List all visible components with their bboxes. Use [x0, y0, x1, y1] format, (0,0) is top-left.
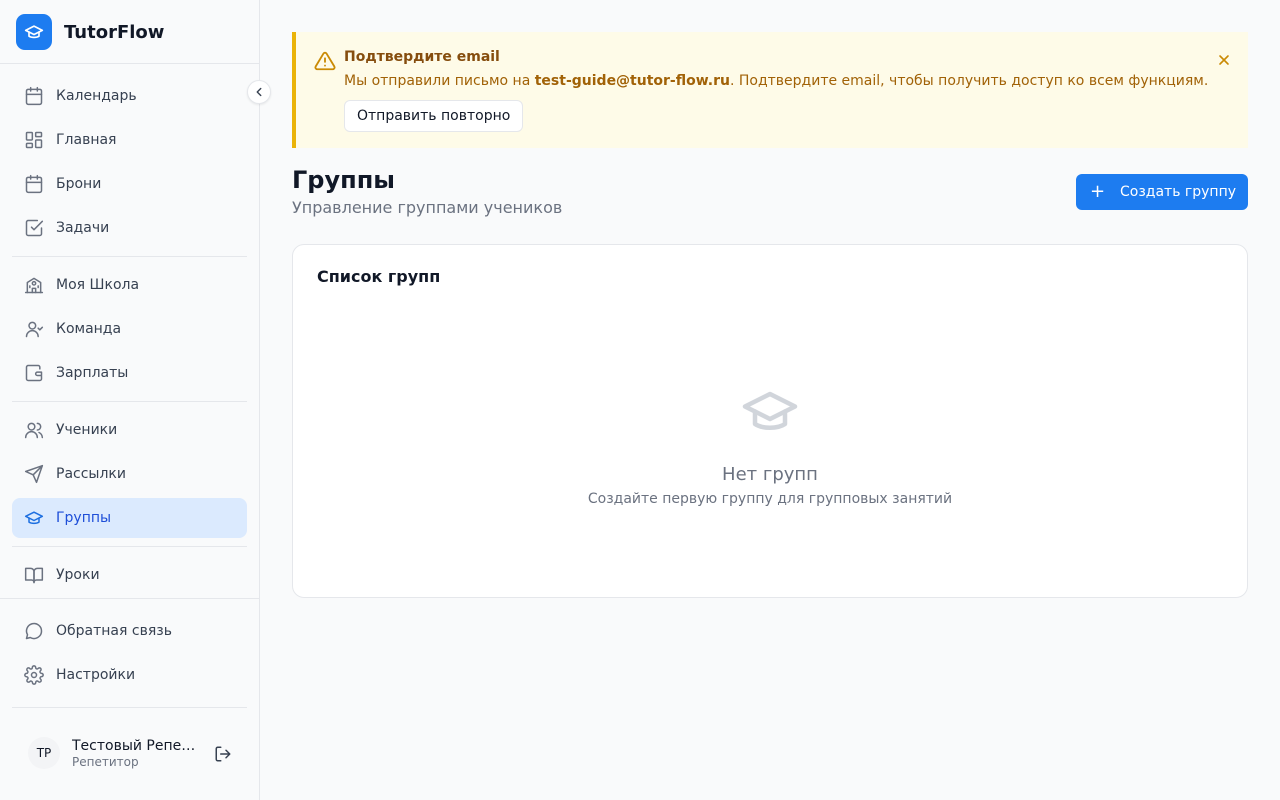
- wallet-icon: [24, 363, 44, 383]
- divider: [12, 401, 247, 402]
- calendar-icon: [24, 174, 44, 194]
- logo-graduation-cap-icon: [16, 14, 52, 50]
- divider: [12, 707, 247, 708]
- banner-text-before: Мы отправили письмо на: [344, 73, 535, 89]
- sidebar: TutorFlow Календарь Главная Брони Задачи…: [0, 0, 260, 800]
- close-icon[interactable]: [1214, 50, 1234, 70]
- calendar-icon: [24, 86, 44, 106]
- gear-icon: [24, 665, 44, 685]
- sidebar-collapse-button[interactable]: [247, 80, 271, 104]
- sidebar-item-label: Группы: [56, 510, 112, 526]
- sidebar-item-label: Команда: [56, 321, 122, 337]
- sidebar-item-label: Задачи: [56, 220, 110, 236]
- sidebar-item-students[interactable]: Ученики: [12, 410, 247, 450]
- page-title: Группы: [292, 166, 395, 194]
- graduation-cap-icon: [739, 389, 801, 443]
- avatar: ТР: [28, 737, 60, 769]
- divider: [12, 546, 247, 547]
- brand[interactable]: TutorFlow: [16, 14, 164, 50]
- sidebar-item-label: Рассылки: [56, 466, 126, 482]
- create-group-label: Создать группу: [1120, 184, 1237, 200]
- empty-state-title: Нет групп: [722, 464, 818, 485]
- sidebar-item-label: Обратная связь: [56, 623, 172, 639]
- sidebar-item-label: Главная: [56, 132, 117, 148]
- sidebar-item-team[interactable]: Команда: [12, 309, 247, 349]
- banner-message: Мы отправили письмо на test-guide@tutor-…: [344, 73, 1208, 89]
- sidebar-item-label: Календарь: [56, 88, 137, 104]
- sidebar-item-groups[interactable]: Группы: [12, 498, 247, 538]
- sidebar-item-salaries[interactable]: Зарплаты: [12, 353, 247, 393]
- sidebar-item-home[interactable]: Главная: [12, 120, 247, 160]
- user-name: Тестовый Репетитор: [72, 737, 200, 754]
- user-icon: [24, 319, 44, 339]
- book-icon: [24, 565, 44, 585]
- sidebar-item-bookings[interactable]: Брони: [12, 164, 247, 204]
- users-icon: [24, 420, 44, 440]
- sidebar-item-label: Ученики: [56, 422, 118, 438]
- banner-text-after: . Подтвердите email, чтобы получить дост…: [729, 73, 1209, 89]
- page-subtitle: Управление группами учеников: [292, 198, 563, 217]
- app-name: TutorFlow: [64, 21, 165, 43]
- sidebar-item-feedback[interactable]: Обратная связь: [12, 611, 247, 651]
- divider: [0, 63, 260, 64]
- school-icon: [24, 275, 44, 295]
- sidebar-item-my-school[interactable]: Моя Школа: [12, 265, 247, 305]
- message-icon: [24, 621, 44, 641]
- sidebar-item-tasks[interactable]: Задачи: [12, 208, 247, 248]
- sidebar-item-calendar[interactable]: Календарь: [12, 76, 247, 116]
- sidebar-item-label: Настройки: [56, 667, 136, 683]
- sidebar-item-label: Уроки: [56, 567, 100, 583]
- send-icon: [24, 464, 44, 484]
- divider: [12, 256, 247, 257]
- resend-button[interactable]: Отправить повторно: [344, 100, 524, 132]
- card-title: Список групп: [317, 267, 441, 286]
- groups-list-card: Список групп Нет групп Создайте первую г…: [292, 244, 1248, 598]
- banner-title: Подтвердите email: [344, 49, 500, 65]
- logout-icon[interactable]: [213, 744, 233, 764]
- create-group-button[interactable]: + Создать группу: [1076, 174, 1248, 210]
- banner-email: test-guide@tutor-flow.ru: [534, 73, 730, 89]
- warning-icon: [314, 50, 336, 76]
- sidebar-item-settings[interactable]: Настройки: [12, 655, 247, 695]
- sidebar-item-label: Моя Школа: [56, 277, 140, 293]
- divider: [0, 598, 260, 599]
- sidebar-item-label: Зарплаты: [56, 365, 129, 381]
- plus-icon: +: [1090, 181, 1106, 202]
- user-profile[interactable]: ТР Тестовый Репетитор Репетитор: [28, 737, 200, 769]
- user-role: Репетитор: [72, 754, 139, 769]
- checkbox-icon: [24, 218, 44, 238]
- sidebar-item-label: Брони: [56, 176, 102, 192]
- sidebar-item-mailings[interactable]: Рассылки: [12, 454, 247, 494]
- empty-state-subtitle: Создайте первую группу для групповых зан…: [587, 491, 953, 507]
- dashboard-icon: [24, 130, 44, 150]
- sidebar-item-lessons[interactable]: Уроки: [12, 555, 247, 595]
- graduation-cap-icon: [24, 508, 44, 528]
- chevron-left-icon: [256, 87, 262, 97]
- email-verification-banner: Подтвердите email Мы отправили письмо на…: [292, 32, 1248, 148]
